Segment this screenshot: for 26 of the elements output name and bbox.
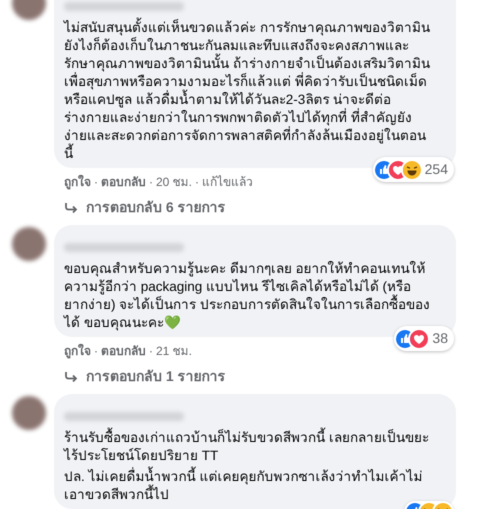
reaction-summary[interactable]: 38 bbox=[394, 326, 454, 351]
heart-icon bbox=[410, 330, 428, 348]
separator-dot: · bbox=[149, 174, 153, 191]
separator-dot: · bbox=[195, 174, 200, 191]
avatar[interactable] bbox=[12, 396, 46, 430]
action-link[interactable]: ถูกใจ bbox=[64, 173, 91, 191]
laughing-face-icon bbox=[402, 160, 421, 178]
comment-text: ร้านรับซื้อของเก่าแถวบ้านก็ไม่รับขวดสีพวกนี้ เลยกลายเป็นขยะ ไร้ประโยชน์โดยปริยาย TT bbox=[64, 429, 446, 465]
reaction-count: 254 bbox=[424, 160, 449, 179]
separator-dot: · bbox=[94, 343, 98, 360]
reply-arrow-icon bbox=[64, 202, 78, 214]
comment-text: ปล. ไม่เคยดื่มน้ำพวกนี้ แต่เคยคุยกับพวกซาเล้งว่าทำไมเค้าไม่ เอาขวดสีพวกนี้ไป bbox=[64, 468, 446, 504]
action-link[interactable]: ตอบกลับ bbox=[101, 173, 146, 191]
timestamp: แก้ไขแล้ว bbox=[202, 174, 254, 191]
separator-dot: · bbox=[94, 174, 98, 191]
action-link[interactable]: ถูกใจ bbox=[64, 342, 91, 360]
avatar[interactable] bbox=[12, 227, 46, 261]
reaction-count: 38 bbox=[432, 329, 449, 348]
view-replies-link[interactable]: การตอบกลับ 6 รายการ bbox=[54, 197, 456, 218]
action-link[interactable]: ตอบกลับ bbox=[101, 342, 146, 360]
reaction-summary[interactable]: 254 bbox=[372, 157, 454, 182]
view-replies-link[interactable]: การตอบกลับ 1 รายการ bbox=[54, 366, 456, 387]
timestamp: 21 ชม. bbox=[156, 343, 192, 360]
reply-arrow-icon bbox=[64, 370, 78, 382]
separator-dot: · bbox=[149, 343, 153, 360]
timestamp: 20 ชม. bbox=[156, 174, 192, 191]
